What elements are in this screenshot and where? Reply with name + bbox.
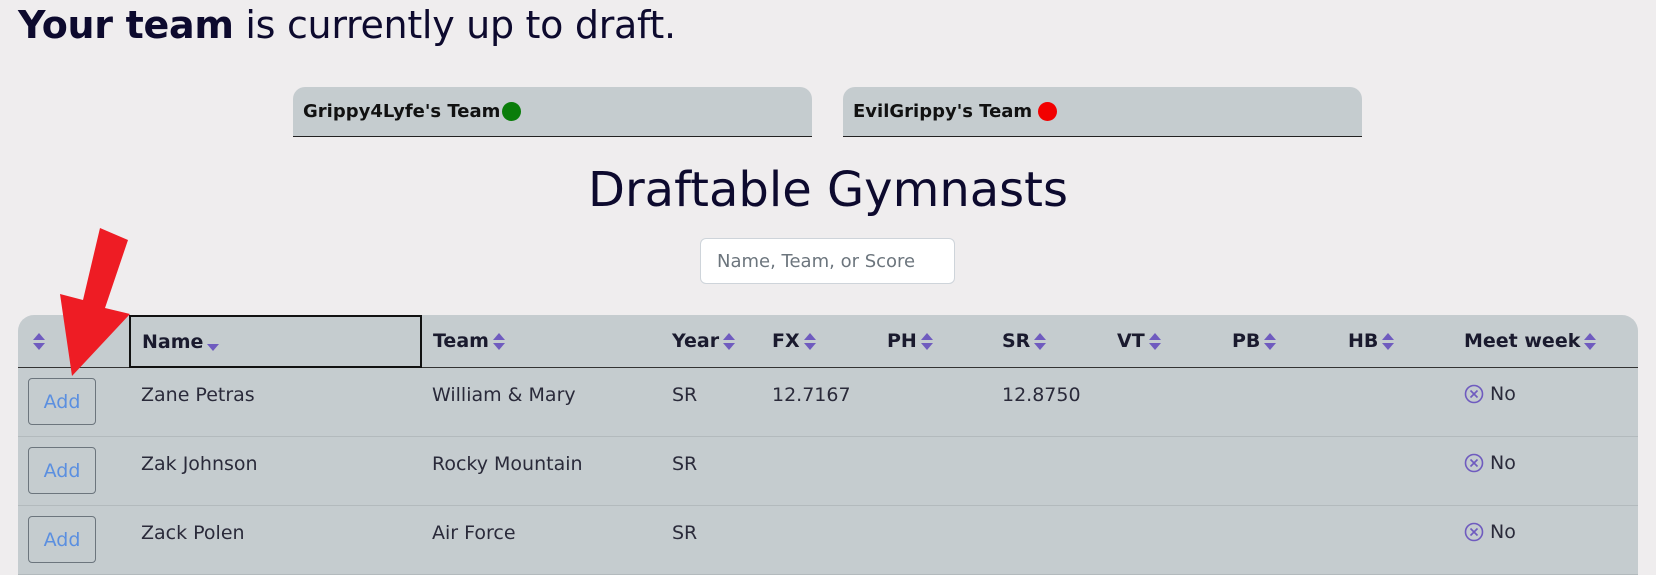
draft-status-headline: Your team is currently up to draft. [18,0,676,50]
column-header-vt[interactable]: VT [1106,316,1221,368]
score-ph [876,367,991,437]
table-header-row: Name Team Year FX PH SR VT PB HB Meet we… [18,315,1638,368]
gymnast-team: Air Force [421,505,661,575]
team-name: Grippy4Lyfe's Team [303,101,501,122]
sort-icon [492,333,505,351]
sort-icon [1584,333,1597,351]
score-pb [1221,367,1337,437]
gymnasts-table: Name Team Year FX PH SR VT PB HB Meet we… [18,315,1638,575]
column-header-sr[interactable]: SR [991,316,1106,368]
section-title: Draftable Gymnasts [587,162,1069,218]
meet-week-cell: No [1453,505,1638,575]
score-pb [1221,436,1337,506]
score-sr [991,436,1106,506]
sort-icon [1148,333,1161,351]
column-header-pb[interactable]: PB [1221,316,1337,368]
column-header-meet-week[interactable]: Meet week [1453,316,1638,368]
headline-rest: is currently up to draft. [233,3,676,47]
score-ph [876,436,991,506]
meet-week-value: No [1490,520,1516,543]
red-arrow-annotation-icon [60,228,130,376]
gymnast-name: Zak Johnson [130,436,421,506]
status-dot-icon [1038,102,1058,121]
gymnast-name: Zack Polen [130,505,421,575]
score-vt [1106,505,1221,575]
sort-icon [723,333,736,351]
add-gymnast-button[interactable]: Add [28,516,96,563]
table-row: Add Zak Johnson Rocky Mountain SR No [18,436,1638,506]
score-pb [1221,505,1337,575]
sort-icon [920,333,933,351]
column-header-year[interactable]: Year [661,316,761,368]
gymnast-year: SR [661,367,761,437]
sort-icon [803,333,816,351]
score-ph [876,505,991,575]
column-header-fx[interactable]: FX [761,316,876,368]
headline-bold: Your team [18,3,234,47]
gymnast-year: SR [661,436,761,506]
meet-week-value: No [1490,382,1516,405]
score-hb [1337,367,1453,437]
gymnast-team: William & Mary [421,367,661,437]
column-header-ph[interactable]: PH [876,316,991,368]
meet-week-value: No [1490,451,1516,474]
score-fx [761,436,876,506]
table-row: Add Zack Polen Air Force SR No [18,505,1638,575]
circle-x-icon [1464,384,1484,403]
circle-x-icon [1464,522,1484,541]
score-fx: 12.7167 [761,367,876,437]
score-sr: 12.8750 [991,367,1106,437]
gymnast-name: Zane Petras [130,367,421,437]
status-dot-icon [502,102,522,121]
score-hb [1337,436,1453,506]
score-fx [761,505,876,575]
add-gymnast-button[interactable]: Add [28,447,96,494]
meet-week-cell: No [1453,436,1638,506]
column-header-team[interactable]: Team [421,316,661,368]
gymnast-team: Rocky Mountain [421,436,661,506]
search-input[interactable] [700,238,955,284]
sort-icon [1382,333,1395,351]
add-gymnast-button[interactable]: Add [28,378,96,425]
column-header-hb[interactable]: HB [1337,316,1453,368]
team-card-2: EvilGrippy's Team [843,87,1362,137]
column-header-name[interactable]: Name [129,315,422,368]
table-row: Add Zane Petras William & Mary SR 12.716… [18,367,1638,437]
score-vt [1106,367,1221,437]
gymnast-year: SR [661,505,761,575]
meet-week-cell: No [1453,367,1638,437]
sort-icon [1264,333,1277,351]
sort-descending-icon [207,343,220,351]
sort-icon [33,333,45,351]
sort-icon [1034,333,1047,351]
score-hb [1337,505,1453,575]
score-vt [1106,436,1221,506]
circle-x-icon [1464,453,1484,472]
team-card-1: Grippy4Lyfe's Team [293,87,812,137]
team-name: EvilGrippy's Team [853,101,1033,122]
score-sr [991,505,1106,575]
